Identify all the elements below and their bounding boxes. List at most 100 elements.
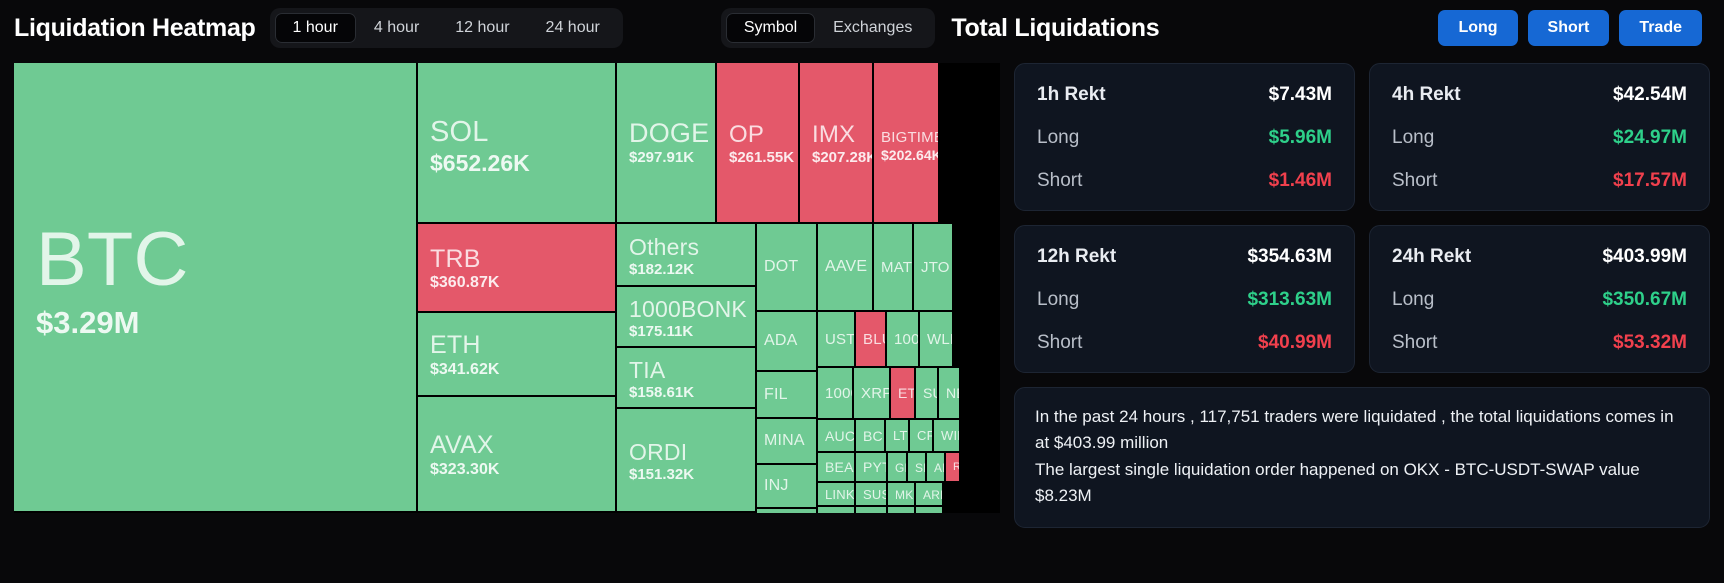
treemap-tile-eth[interactable]: ETH $341.62K: [418, 313, 617, 397]
tile-symbol: Others: [629, 233, 700, 260]
timeframe-4-hour[interactable]: 4 hour: [356, 13, 437, 43]
timeframe-12-hour[interactable]: 12 hour: [437, 13, 527, 43]
view-exchanges[interactable]: Exchanges: [815, 13, 930, 43]
long-button[interactable]: Long: [1438, 10, 1518, 46]
treemap-tile-sushi[interactable]: SUSHI: [856, 483, 888, 507]
summary-line-1: In the past 24 hours , 117,751 traders w…: [1035, 407, 1674, 453]
tile-symbol: ETC: [898, 385, 916, 402]
tile-symbol: MINA: [764, 432, 805, 450]
tile-symbol: ORDI: [629, 439, 688, 466]
header-actions: Long Short Trade: [1438, 10, 1710, 46]
tile-symbol: SUSHI: [863, 486, 886, 502]
liquidation-heatmap-page: Liquidation Heatmap 1 hour 4 hour 12 hou…: [0, 0, 1724, 583]
rekt-card-12h: 12h Rekt $354.63M Long $313.63M Short $40.99M: [1014, 225, 1355, 373]
tile-value: $151.32K: [629, 466, 695, 484]
tile-value: $3.29M: [36, 304, 140, 340]
tile-symbol: MATIC: [881, 258, 913, 276]
treemap-tile-mkr[interactable]: MKR: [888, 483, 916, 507]
treemap-tile-etc[interactable]: ETC: [818, 507, 856, 513]
treemap-tile-cfx[interactable]: CFX: [910, 420, 934, 453]
short-button[interactable]: Short: [1527, 10, 1610, 46]
rekt-short-label: Short: [1037, 332, 1083, 353]
tile-value: $297.91K: [629, 149, 695, 167]
liquidation-treemap[interactable]: BTC $3.29M SOL $652.26K TRB $360.87K ETH $341.6…: [14, 63, 1000, 513]
treemap-tile-mina[interactable]: MINA: [757, 419, 818, 465]
treemap-tile-link[interactable]: LINK: [818, 483, 856, 507]
treemap-tile-etc[interactable]: ETC: [891, 368, 916, 420]
tile-symbol: USTC: [825, 330, 856, 348]
treemap-tile-near[interactable]: NEAR: [939, 368, 961, 420]
treemap-tile-fil[interactable]: FIL: [757, 372, 818, 419]
view-symbol[interactable]: Symbol: [725, 13, 816, 43]
treemap-tile-sol[interactable]: SOL $652.26K: [418, 63, 617, 224]
rekt-total-row: 4h Rekt $42.54M: [1392, 84, 1687, 106]
rekt-card-1h: 1h Rekt $7.43M Long $5.96M Short $1.46M: [1014, 63, 1355, 211]
tile-symbol: 1000BONK: [629, 295, 747, 322]
timeframe-1-hour[interactable]: 1 hour: [274, 13, 356, 43]
rekt-long-label: Long: [1392, 289, 1435, 310]
treemap-tile-gmt[interactable]: GMT: [888, 453, 908, 483]
treemap-tile-matic[interactable]: MATIC: [874, 224, 914, 312]
tile-symbol: LTC: [893, 428, 908, 444]
treemap-tile-blur[interactable]: BLUR: [856, 312, 887, 368]
tile-symbol: NEAR: [946, 385, 959, 402]
treemap-tile-xrp[interactable]: XRP: [854, 368, 891, 420]
tile-symbol: AVAX: [430, 431, 494, 460]
rekt-long-value: $350.67M: [1602, 289, 1687, 310]
treemap-tile-bigtime[interactable]: BIGTIME $202.64K: [874, 63, 940, 224]
rekt-total-row: 1h Rekt $7.43M: [1037, 84, 1332, 106]
rekt-period-label: 4h Rekt: [1392, 84, 1461, 105]
trade-button[interactable]: Trade: [1619, 10, 1702, 46]
treemap-tile-others[interactable]: Others $182.12K: [617, 224, 757, 287]
treemap-tile-ftm[interactable]: FTM: [757, 509, 818, 513]
treemap-tile-apt[interactable]: APT: [927, 453, 946, 483]
tile-value: $207.28K: [812, 148, 874, 166]
treemap-tile-uni[interactable]: UNI: [856, 507, 888, 513]
timeframe-24-hour[interactable]: 24 hour: [528, 13, 618, 43]
rekt-short-row: Short $1.46M: [1037, 170, 1332, 192]
tile-symbol: ETH: [430, 331, 481, 360]
treemap-tile-tia[interactable]: TIA $158.61K: [617, 348, 757, 409]
rekt-short-value: $1.46M: [1268, 170, 1332, 191]
treemap-tile-aave[interactable]: AAVE: [818, 224, 874, 312]
tile-symbol: ARB: [923, 487, 942, 502]
treemap-tile-jto[interactable]: JTO: [914, 224, 954, 312]
treemap-tile-wld[interactable]: WLD: [920, 312, 954, 368]
tile-symbol: CFX: [917, 428, 934, 444]
tile-symbol: JTO: [921, 258, 950, 276]
rekt-card-24h: 24h Rekt $403.99M Long $350.67M Short $53.32M: [1369, 225, 1710, 373]
treemap-tile-ustc[interactable]: USTC: [818, 312, 856, 368]
total-liquidations-title: Total Liquidations: [951, 13, 1160, 42]
treemap-tile-btc[interactable]: BTC $3.29M: [14, 63, 418, 513]
treemap-tile-wif[interactable]: WIF: [934, 420, 961, 453]
treemap-tile-dot[interactable]: DOT: [757, 224, 818, 312]
tile-symbol: LINK: [825, 486, 855, 502]
rekt-short-value: $17.57M: [1613, 170, 1687, 191]
treemap-tile-1000[interactable]: 1000: [887, 312, 920, 368]
treemap-tile-snx[interactable]: SNX: [888, 507, 916, 513]
treemap-tile-op[interactable]: OP $261.55K: [717, 63, 800, 224]
treemap-tile-auction[interactable]: AUCTION: [818, 420, 856, 453]
treemap-tile-avax[interactable]: AVAX $323.30K: [418, 397, 617, 513]
treemap-tile-imx[interactable]: IMX $207.28K: [800, 63, 874, 224]
rekt-long-value: $313.63M: [1247, 289, 1332, 310]
tile-symbol: SUI: [923, 385, 937, 402]
treemap-tile-neo[interactable]: NEO: [916, 507, 944, 513]
treemap-tile-arb[interactable]: ARB: [916, 483, 944, 507]
treemap-tile-1000[interactable]: 1000: [818, 368, 854, 420]
treemap-tile-trb[interactable]: TRB $360.87K: [418, 224, 617, 313]
treemap-tile-ada[interactable]: ADA: [757, 312, 818, 372]
tile-symbol: 1000: [894, 330, 920, 348]
treemap-tile-sei[interactable]: SEI: [908, 453, 927, 483]
treemap-tile-ltc[interactable]: LTC: [886, 420, 910, 453]
treemap-tile-beam[interactable]: BEAM: [818, 453, 856, 483]
treemap-tile-rndr[interactable]: RNDR: [946, 453, 961, 483]
treemap-tile-inj[interactable]: INJ: [757, 465, 818, 509]
treemap-tile-pyth[interactable]: PYTH: [856, 453, 888, 483]
treemap-tile-bch[interactable]: BCH: [856, 420, 886, 453]
treemap-tile-1000bonk[interactable]: 1000BONK $175.11K: [617, 287, 757, 348]
treemap-tile-doge[interactable]: DOGE $297.91K: [617, 63, 717, 224]
view-selector: Symbol Exchanges: [720, 8, 936, 48]
treemap-tile-sui[interactable]: SUI: [916, 368, 939, 420]
treemap-tile-ordi[interactable]: ORDI $151.32K: [617, 409, 757, 513]
